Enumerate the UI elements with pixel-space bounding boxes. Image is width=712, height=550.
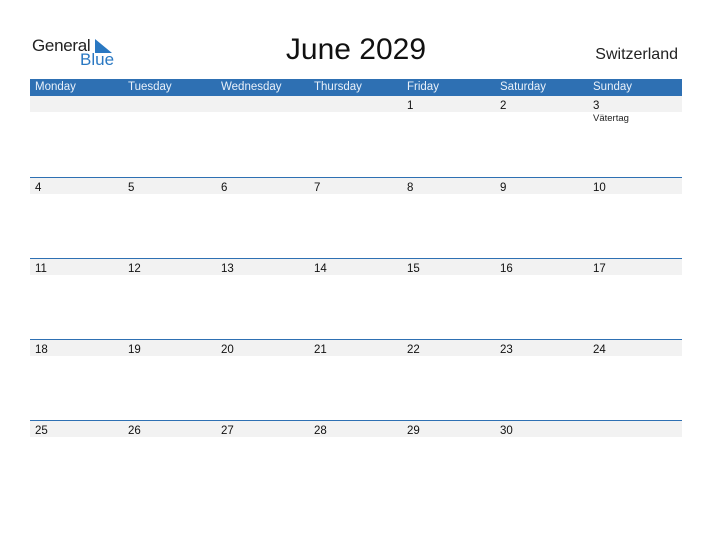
day-cell: 13 [216,259,309,275]
day-cell: 24 [588,340,681,356]
week-row: 18 19 20 21 22 23 24 [30,339,682,420]
day-cell: 12 [123,259,216,275]
weekday-header: Monday Tuesday Wednesday Thursday Friday… [30,79,682,96]
day-number: 1 [407,100,414,112]
weekday-thursday: Thursday [314,81,362,93]
day-cell: 4 [30,178,123,194]
day-cell: 6 [216,178,309,194]
day-number: 4 [35,182,42,194]
day-number: 21 [314,344,327,356]
day-number: 2 [500,100,507,112]
day-cell: 10 [588,178,681,194]
calendar: Monday Tuesday Wednesday Thursday Friday… [30,79,682,501]
day-cell: 28 [309,421,402,437]
week-date-band: 25 26 27 28 29 30 [30,421,682,437]
day-cell [123,96,216,112]
weekday-tuesday: Tuesday [128,81,172,93]
weekday-sunday: Sunday [593,81,633,93]
day-number: 14 [314,263,327,275]
day-cell: 29 [402,421,495,437]
day-cell: 30 [495,421,588,437]
day-cell: 17 [588,259,681,275]
day-number: 13 [221,263,234,275]
day-number: 8 [407,182,414,194]
day-cell: 22 [402,340,495,356]
day-cell: 3 Vätertag [588,96,681,124]
day-number: 24 [593,344,606,356]
day-cell: 20 [216,340,309,356]
day-number: 17 [593,263,606,275]
day-number: 9 [500,182,507,194]
day-number: 30 [500,425,513,437]
day-cell: 5 [123,178,216,194]
day-cell: 26 [123,421,216,437]
day-number: 28 [314,425,327,437]
day-cell: 14 [309,259,402,275]
day-number: 7 [314,182,321,194]
day-number: 11 [35,263,47,275]
day-cell [309,96,402,112]
day-cell: 23 [495,340,588,356]
day-cell: 15 [402,259,495,275]
day-cell: 16 [495,259,588,275]
day-number: 15 [407,263,420,275]
week-row: 4 5 6 7 8 9 10 [30,177,682,258]
day-number: 6 [221,182,228,194]
day-cell [588,421,681,437]
day-cell: 18 [30,340,123,356]
weekday-monday: Monday [35,81,76,93]
day-number: 12 [128,263,141,275]
day-number: 5 [128,182,135,194]
day-cell: 11 [30,259,123,275]
day-cell: 9 [495,178,588,194]
day-cell: 8 [402,178,495,194]
weeks-container: 1 2 3 Vätertag 4 5 6 7 8 9 10 11 12 13 14 15 16 17 18 19 20 2… [30,96,682,501]
day-number: 3 [593,100,600,112]
day-number: 18 [35,344,48,356]
day-cell: 7 [309,178,402,194]
day-number: 16 [500,263,513,275]
day-cell: 27 [216,421,309,437]
country-label: Switzerland [595,46,678,63]
day-cell: 21 [309,340,402,356]
day-number: 23 [500,344,513,356]
week-date-band: 11 12 13 14 15 16 17 [30,259,682,275]
week-row: 1 2 3 Vätertag [30,96,682,177]
holiday-label: Vätertag [593,113,629,124]
week-row: 11 12 13 14 15 16 17 [30,258,682,339]
day-cell [216,96,309,112]
day-cell [30,96,123,112]
day-number: 22 [407,344,420,356]
day-number: 19 [128,344,141,356]
day-number: 27 [221,425,234,437]
day-number: 10 [593,182,606,194]
day-number: 25 [35,425,48,437]
day-cell: 1 [402,96,495,112]
day-cell: 19 [123,340,216,356]
weekday-friday: Friday [407,81,439,93]
day-cell: 2 [495,96,588,112]
day-cell: 25 [30,421,123,437]
week-row: 25 26 27 28 29 30 [30,420,682,501]
day-number: 29 [407,425,420,437]
day-number: 20 [221,344,234,356]
week-date-band: 18 19 20 21 22 23 24 [30,340,682,356]
weekday-wednesday: Wednesday [221,81,282,93]
weekday-saturday: Saturday [500,81,547,93]
week-date-band: 4 5 6 7 8 9 10 [30,178,682,194]
week-date-band: 1 2 3 Vätertag [30,96,682,124]
day-number: 26 [128,425,141,437]
